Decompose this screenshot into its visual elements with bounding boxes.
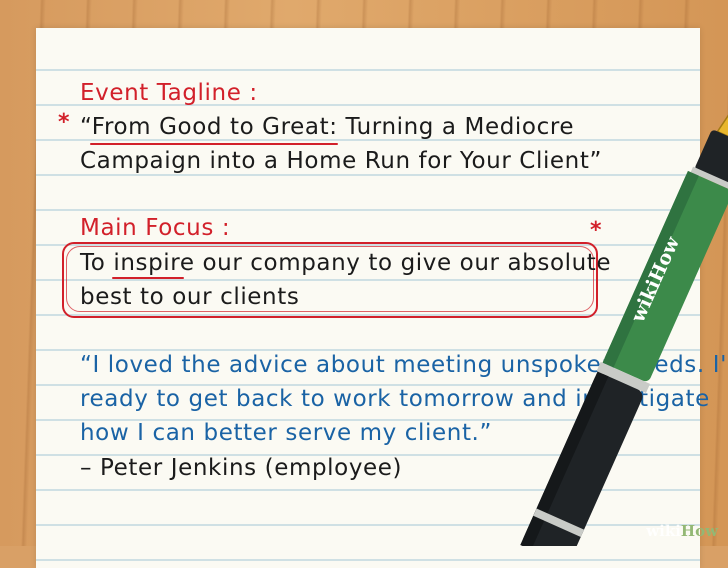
quote-line-2: ready to get back to work tomorrow and i… [80,386,710,412]
focus-underline [112,277,184,279]
focus-line-2: best to our clients [80,284,300,310]
quote-attribution: – Peter Jenkins (employee) [80,455,403,481]
quote-line-3: how I can better serve my client.” [80,420,492,446]
asterisk-mark-focus: * [590,218,602,243]
tagline-underline [90,143,338,145]
focus-line-1: To inspire our company to give our absol… [80,250,612,276]
tagline-line-2: Campaign into a Home Run for Your Client… [80,148,602,174]
tagline-heading: Event Tagline : [80,80,258,106]
asterisk-mark-tagline: * [58,110,70,135]
wikihow-watermark: wikiHow [646,522,718,540]
focus-heading: Main Focus : [80,215,231,241]
tagline-line-1: “From Good to Great: Turning a Mediocre [80,114,575,140]
quote-line-1: “I loved the advice about meeting unspok… [80,352,728,378]
